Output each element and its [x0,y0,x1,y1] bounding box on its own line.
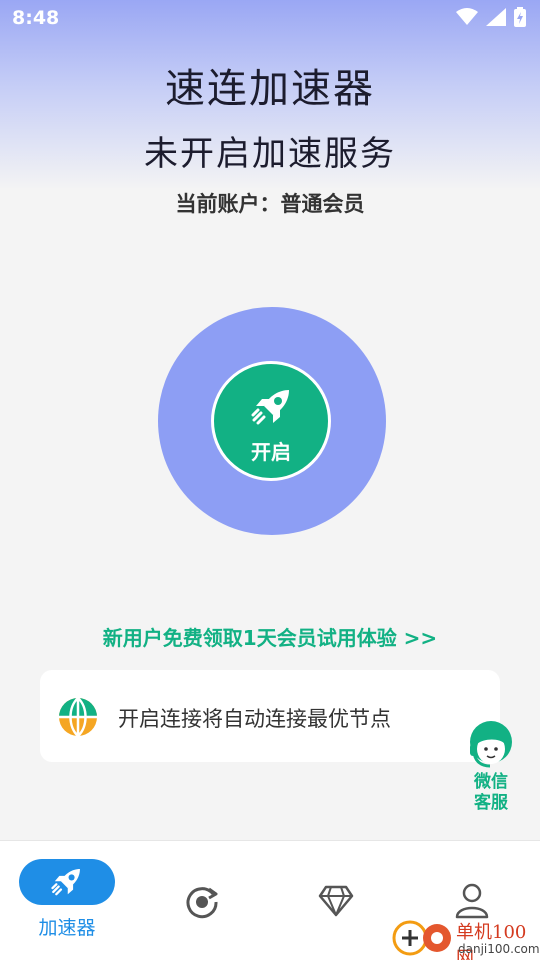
nav-item-vip[interactable] [268,841,404,960]
signal-icon [486,8,506,26]
wechat-support-label: 微信 客服 [462,772,520,814]
customer-service-icon [470,721,512,768]
globe-icon [59,697,97,737]
status-icons [456,7,526,27]
support-label-line1: 微信 [474,772,508,792]
nav-active-indicator [19,859,115,905]
account-label: 当前账户： [175,192,281,216]
start-button-label: 开启 [251,440,291,464]
info-card-text: 开启连接将自动连接最优节点 [118,707,391,731]
connection-status-title: 未开启加速服务 [144,134,396,174]
watermark: 单机100网 danji100.com [392,916,540,960]
start-accelerate-button[interactable]: 开启 [211,361,331,481]
nav-label-accelerator: 加速器 [38,917,96,939]
nav-item-refresh[interactable] [134,841,268,960]
rocket-icon [251,390,289,425]
info-card: 开启连接将自动连接最优节点 [40,670,500,762]
rocket-icon [51,869,80,896]
diamond-icon [318,885,354,917]
wechat-support-button[interactable]: 微信 客服 [462,716,520,820]
battery-icon [514,7,526,27]
status-time: 8:48 [12,7,60,29]
app-title: 速连加速器 [165,66,375,112]
watermark-logo-icon [392,920,451,956]
user-icon [455,883,489,919]
watermark-url: danji100.com [458,942,540,956]
support-label-line2: 客服 [474,793,508,813]
refresh-icon [186,887,218,919]
account-level: 普通会员 [280,192,365,216]
wifi-icon [456,8,478,25]
account-info: 当前账户：普通会员 [0,188,540,218]
nav-item-accelerator[interactable]: 加速器 [0,841,134,960]
free-trial-link[interactable]: 新用户免费领取1天会员试用体验 >> [0,622,540,651]
status-bar: 8:48 [0,0,540,36]
